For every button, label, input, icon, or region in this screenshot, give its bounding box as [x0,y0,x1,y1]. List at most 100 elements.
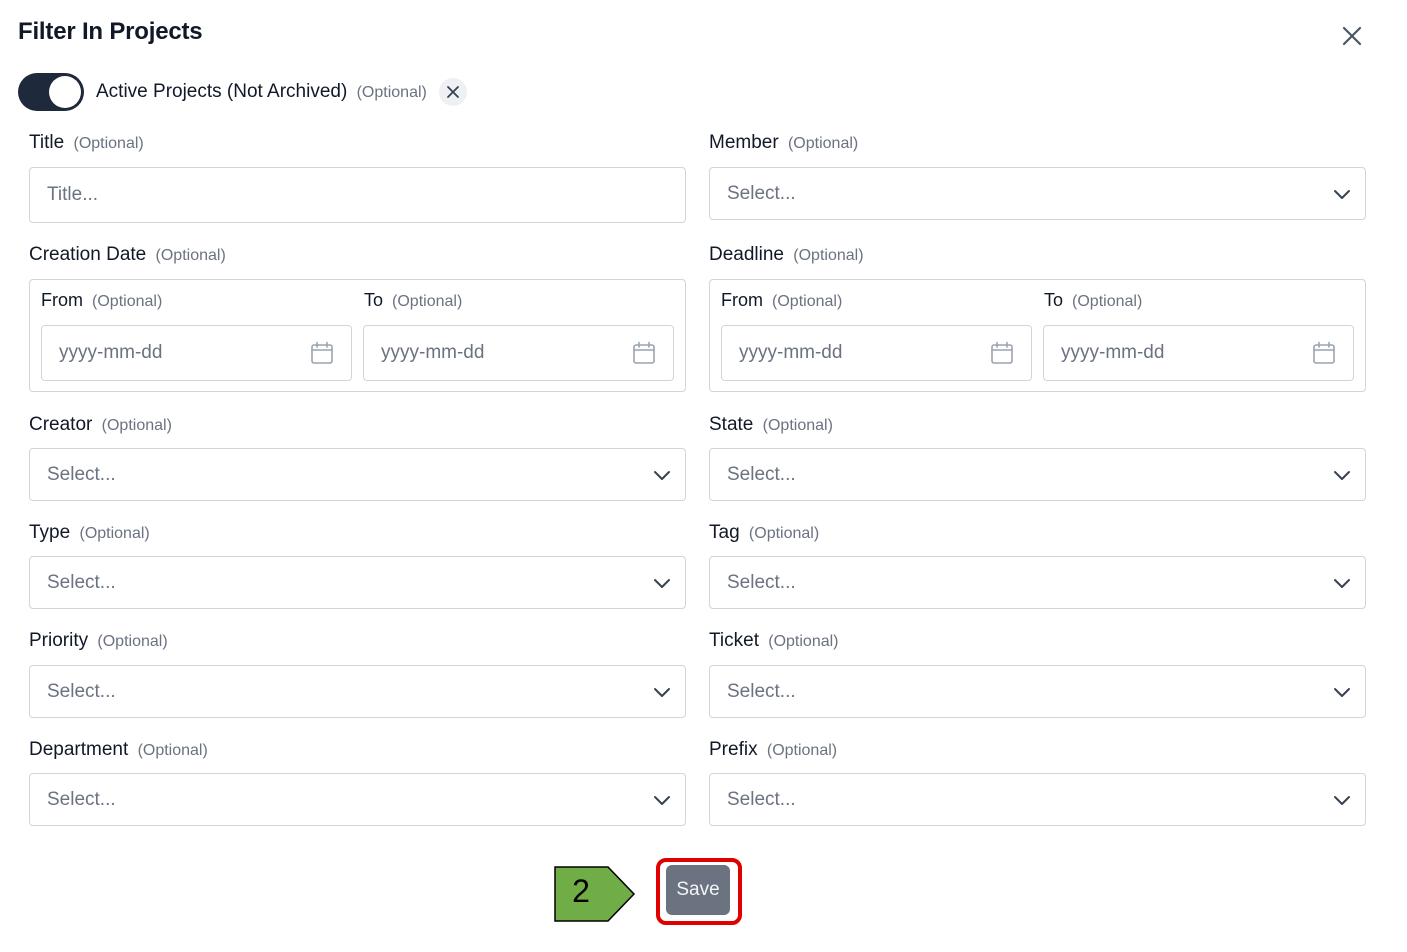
creator-label-text: Creator [29,414,93,435]
department-select-placeholder: Select... [47,788,116,810]
title-input[interactable] [29,167,686,223]
chevron-down-icon [654,470,670,480]
x-icon [446,86,459,98]
active-projects-label-text: Active Projects (Not Archived) [96,81,348,102]
state-select[interactable]: Select... [709,448,1366,501]
tag-label-text: Tag [709,522,740,543]
state-select-placeholder: Select... [727,463,796,485]
date-placeholder: yyyy-mm-dd [739,342,843,363]
calendar-icon[interactable] [309,340,335,366]
chevron-down-icon [1334,470,1350,480]
close-icon [1342,26,1362,46]
tag-select[interactable]: Select... [709,556,1366,609]
member-select-placeholder: Select... [727,182,796,204]
department-label-text: Department [29,739,129,760]
type-select-placeholder: Select... [47,571,116,593]
chevron-down-icon [1334,578,1350,588]
ticket-label-text: Ticket [709,630,759,651]
deadline-to-input[interactable]: yyyy-mm-dd [1043,325,1354,381]
active-projects-toggle[interactable] [18,73,84,111]
optional-hint: (Optional) [762,417,833,434]
type-label-text: Type [29,522,71,543]
creator-select-placeholder: Select... [47,463,116,485]
optional-hint: (Optional) [787,135,859,152]
creator-label: Creator (Optional) [29,414,172,436]
tag-select-placeholder: Select... [727,571,796,593]
date-placeholder: yyyy-mm-dd [59,342,163,363]
priority-label: Priority (Optional) [29,630,168,652]
creator-select[interactable]: Select... [29,448,686,501]
deadline-from-input[interactable]: yyyy-mm-dd [721,325,1032,381]
modal-title: Filter In Projects [18,18,203,45]
optional-hint: (Optional) [97,633,168,650]
state-label: State (Optional) [709,414,833,436]
optional-hint: (Optional) [748,525,820,542]
toggle-knob [49,76,81,108]
chevron-down-icon [1334,795,1350,805]
priority-select[interactable]: Select... [29,665,686,718]
chevron-down-icon [654,795,670,805]
creation-date-label-text: Creation Date [29,244,147,265]
ticket-label: Ticket (Optional) [709,630,839,652]
creation-date-label: Creation Date (Optional) [29,244,226,266]
member-select[interactable]: Select... [709,167,1366,220]
chevron-down-icon [654,578,670,588]
from-label-text: From [721,290,763,310]
optional-hint: (Optional) [768,633,839,650]
prefix-label-text: Prefix [709,739,758,760]
chevron-down-icon [1334,189,1350,199]
prefix-select-placeholder: Select... [727,788,796,810]
creation-date-from-input[interactable]: yyyy-mm-dd [41,325,352,381]
calendar-icon[interactable] [989,340,1015,366]
optional-hint: (Optional) [101,417,172,434]
optional-hint: (Optional) [356,84,427,101]
save-button[interactable]: Save [666,865,730,915]
optional-hint: (Optional) [79,525,150,542]
date-placeholder: yyyy-mm-dd [381,342,485,363]
creation-date-to-label: To (Optional) [364,290,462,311]
title-label-text: Title [29,132,65,153]
type-select[interactable]: Select... [29,556,686,609]
deadline-from-label: From (Optional) [721,290,842,311]
creation-date-to-input[interactable]: yyyy-mm-dd [363,325,674,381]
clear-toggle-button[interactable] [438,78,467,106]
prefix-select[interactable]: Select... [709,773,1366,826]
optional-hint: (Optional) [73,135,144,152]
optional-hint: (Optional) [137,742,208,759]
priority-select-placeholder: Select... [47,680,116,702]
optional-hint: (Optional) [766,742,838,759]
member-label-text: Member [709,132,779,153]
ticket-select[interactable]: Select... [709,665,1366,718]
department-select[interactable]: Select... [29,773,686,826]
optional-hint: (Optional) [92,293,163,310]
calendar-icon[interactable] [631,340,657,366]
state-label-text: State [709,414,754,435]
step-number: 2 [572,873,590,909]
close-button[interactable] [1336,20,1368,52]
optional-hint: (Optional) [772,293,843,310]
active-projects-row: Active Projects (Not Archived) (Optional… [18,72,467,112]
calendar-icon[interactable] [1311,340,1337,366]
creation-date-from-label: From (Optional) [41,290,162,311]
type-label: Type (Optional) [29,522,150,544]
optional-hint: (Optional) [155,247,226,264]
optional-hint: (Optional) [793,247,864,264]
ticket-select-placeholder: Select... [727,680,796,702]
to-label-text: To [1044,290,1064,310]
deadline-to-label: To (Optional) [1044,290,1142,311]
deadline-label: Deadline (Optional) [709,244,864,266]
priority-label-text: Priority [29,630,89,651]
title-label: Title (Optional) [29,132,144,154]
chevron-down-icon [1334,687,1350,697]
chevron-down-icon [654,687,670,697]
active-projects-label: Active Projects (Not Archived) (Optional… [96,81,427,103]
prefix-label: Prefix (Optional) [709,739,837,761]
from-label-text: From [41,290,83,310]
to-label-text: To [364,290,384,310]
optional-hint: (Optional) [392,293,463,310]
deadline-label-text: Deadline [709,244,784,265]
member-label: Member (Optional) [709,132,858,154]
department-label: Department (Optional) [29,739,208,761]
date-placeholder: yyyy-mm-dd [1061,342,1165,363]
tag-label: Tag (Optional) [709,522,819,544]
